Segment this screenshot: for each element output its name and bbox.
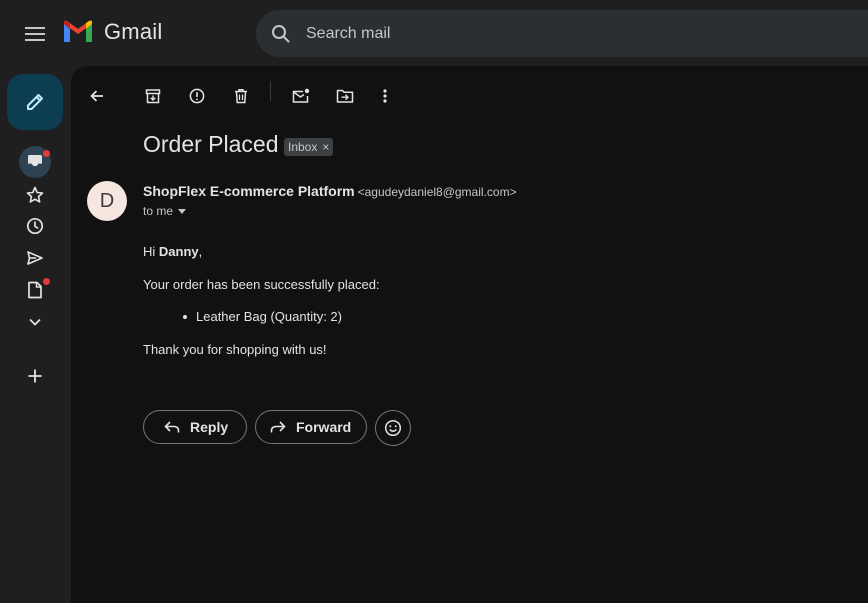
reply-button[interactable]: Reply xyxy=(143,410,247,444)
greeting-suffix: , xyxy=(198,244,203,259)
greeting: Hi Danny, xyxy=(143,244,202,259)
message-view: Order Placed Inbox × D ShopFlex E-commer… xyxy=(71,66,868,603)
send-icon xyxy=(27,251,43,265)
nav-inbox[interactable] xyxy=(19,146,51,178)
bullet xyxy=(183,314,187,319)
forward-label: Forward xyxy=(296,419,352,435)
main-menu-button[interactable] xyxy=(18,18,52,50)
inbox-label-chip[interactable]: Inbox × xyxy=(284,138,334,156)
forward-icon xyxy=(270,421,286,433)
closing-text: Thank you for shopping with us! xyxy=(143,342,327,357)
intro-text: Your order has been successfully placed: xyxy=(143,277,380,292)
email-subject: Order Placed xyxy=(143,131,279,157)
app-name: Gmail xyxy=(104,19,163,44)
reply-icon xyxy=(164,421,180,433)
inbox-icon xyxy=(28,155,42,169)
sender-info: ShopFlex E-commerce Platform <agudeydanie… xyxy=(143,183,517,199)
chevron-down-icon xyxy=(29,318,41,326)
pencil-icon xyxy=(27,94,43,110)
sender-email: <agudeydaniel8@gmail.com> xyxy=(357,185,517,199)
nav-more[interactable] xyxy=(19,306,51,338)
star-icon xyxy=(26,186,44,203)
sender-name[interactable]: ShopFlex E-commerce Platform xyxy=(143,183,355,199)
mark-unread-icon xyxy=(292,88,310,103)
nav-snoozed[interactable] xyxy=(19,210,51,242)
recipient-label: to me xyxy=(143,204,174,218)
remove-label-icon[interactable]: × xyxy=(322,140,329,154)
compose-button[interactable] xyxy=(7,74,63,130)
draft-icon xyxy=(28,281,42,299)
mark-unread-button[interactable] xyxy=(285,80,317,112)
emoji-reaction-button[interactable] xyxy=(375,410,411,446)
archive-button[interactable] xyxy=(137,80,169,112)
move-to-button[interactable] xyxy=(329,80,361,112)
gmail-m-icon xyxy=(64,20,92,42)
back-arrow-icon xyxy=(90,90,103,102)
caret-down-icon xyxy=(178,208,187,214)
delete-icon xyxy=(235,89,247,104)
back-button[interactable] xyxy=(81,80,113,112)
label-name: Inbox xyxy=(288,140,318,154)
delete-button[interactable] xyxy=(225,80,257,112)
recipient-details[interactable]: to me xyxy=(143,204,187,218)
reply-label: Reply xyxy=(190,419,229,435)
greeting-name: Danny xyxy=(158,244,199,259)
more-vert-icon xyxy=(383,89,387,103)
gmail-logo[interactable]: Gmail xyxy=(62,19,162,45)
archive-icon xyxy=(145,89,161,104)
add-label-button[interactable] xyxy=(19,360,51,392)
sender-avatar[interactable]: D xyxy=(87,181,127,221)
clock-icon xyxy=(26,217,44,235)
greeting-prefix: Hi xyxy=(143,244,159,259)
search-icon[interactable] xyxy=(258,24,304,44)
order-item: Leather Bag (Quantity: 2) xyxy=(196,309,342,324)
move-to-icon xyxy=(336,89,354,103)
nav-starred[interactable] xyxy=(19,179,51,211)
unread-dot xyxy=(43,278,50,285)
emoji-icon xyxy=(384,419,402,437)
list-item: Leather Bag (Quantity: 2) xyxy=(183,309,342,324)
search-input[interactable] xyxy=(304,23,808,44)
hamburger-menu-icon xyxy=(25,27,45,41)
report-spam-button[interactable] xyxy=(181,80,213,112)
more-options-button[interactable] xyxy=(369,80,401,112)
report-spam-icon xyxy=(189,88,205,104)
search-bar[interactable] xyxy=(256,10,868,57)
forward-button[interactable]: Forward xyxy=(255,410,367,444)
nav-sent[interactable] xyxy=(19,242,51,274)
toolbar-divider xyxy=(270,81,271,101)
nav-drafts[interactable] xyxy=(19,274,51,306)
plus-icon xyxy=(28,369,42,383)
unread-dot xyxy=(43,150,50,157)
